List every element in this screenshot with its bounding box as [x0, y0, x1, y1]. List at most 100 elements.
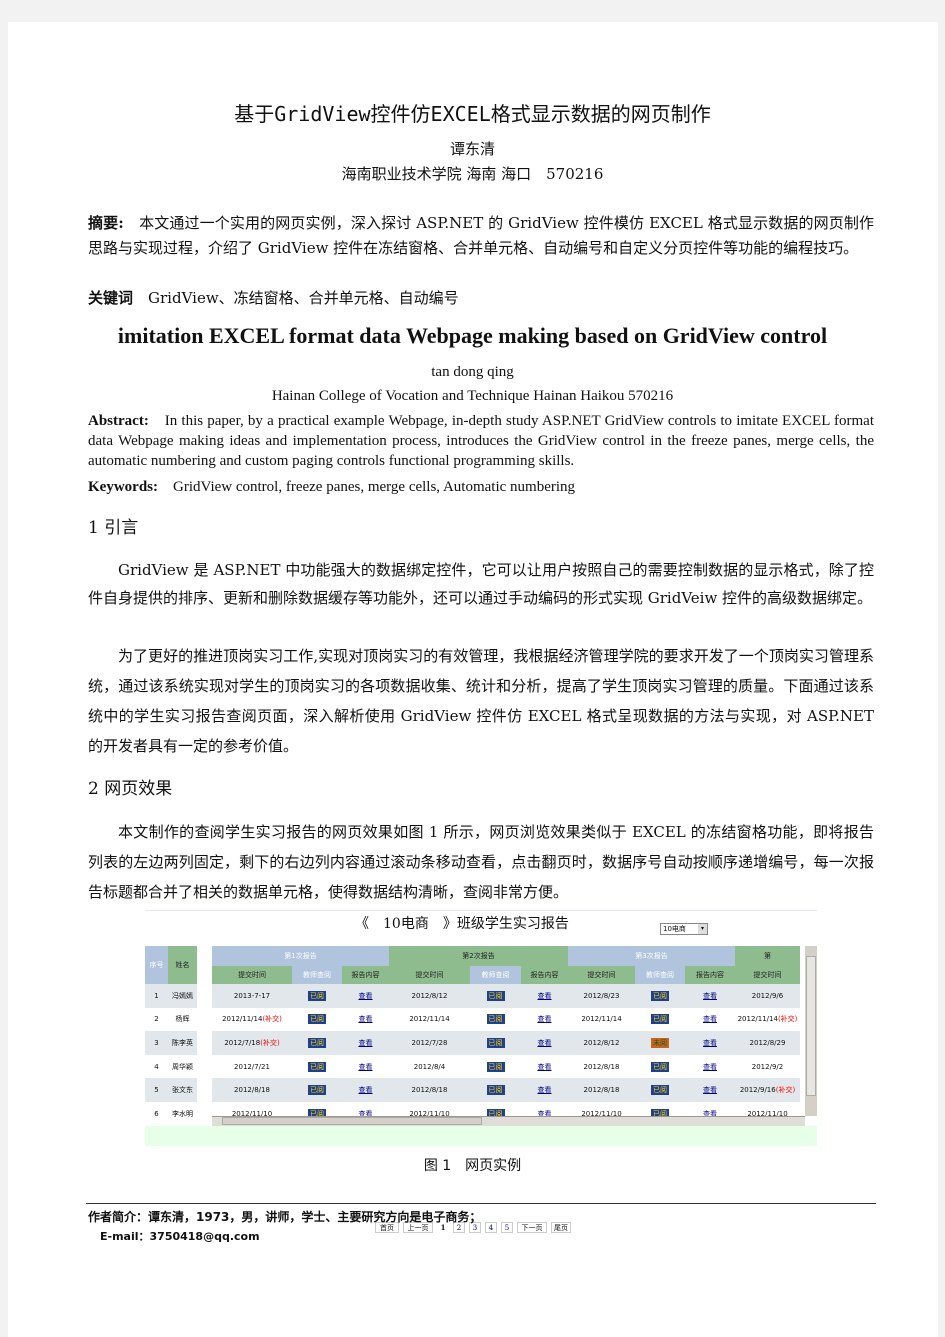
review-status-cell: 已阅 — [470, 1055, 521, 1079]
report-content-cell: 查看 — [521, 1031, 568, 1055]
view-report-link[interactable]: 查看 — [359, 1086, 373, 1094]
view-report-link[interactable]: 查看 — [538, 1063, 552, 1071]
scrollbar-thumb[interactable] — [222, 1117, 482, 1125]
view-report-link[interactable]: 查看 — [359, 992, 373, 1000]
view-report-link[interactable]: 查看 — [359, 1039, 373, 1047]
column-title: 报告内容 — [530, 971, 559, 979]
review-status-cell: 已阅 — [292, 984, 342, 1008]
pager-next[interactable]: 下一页 — [517, 1222, 547, 1233]
review-status-cell: 未阅 — [635, 1031, 685, 1055]
review-status-badge: 已阅 — [651, 990, 669, 1001]
class-select-value: 10电商 — [663, 925, 686, 933]
footnote-divider — [86, 1203, 876, 1204]
pager-last[interactable]: 尾页 — [551, 1222, 571, 1233]
review-status-badge: 已阅 — [308, 1085, 326, 1096]
column-header: 提交时间 — [389, 966, 470, 984]
class-select[interactable]: 10电商 ▾ — [660, 923, 708, 935]
submit-time: 2012/11/14 — [409, 1015, 450, 1024]
student-name: 张文东 — [172, 1086, 193, 1095]
report-content-cell: 查看 — [342, 1031, 389, 1055]
english-keywords-label: Keywords: — [88, 479, 158, 495]
review-status-badge: 已阅 — [486, 1061, 505, 1072]
row-seq: 5 — [145, 1078, 168, 1102]
review-status-cell: 已阅 — [292, 1008, 342, 1032]
view-report-link[interactable]: 查看 — [703, 992, 717, 1000]
frozen-gap — [197, 1008, 212, 1032]
submit-time: 2012/7/18 — [224, 1038, 261, 1047]
english-title: imitation EXCEL format data Webpage maki… — [117, 323, 828, 348]
report-heading: 《 10电商 》班级学生实习报告 — [355, 916, 569, 932]
header-seq: 序号 — [145, 946, 168, 984]
submit-time-cell: 2012/9/16 (补交) — [735, 1078, 800, 1102]
author-email: E-mail：3750418@qq.com — [100, 1230, 260, 1243]
review-status-badge: 已阅 — [308, 1014, 326, 1025]
scrollbar-thumb[interactable] — [806, 956, 816, 1096]
abstract-label: 摘要: — [88, 214, 124, 232]
column-title: 提交时间 — [753, 971, 782, 979]
submit-time: 2012/9/2 — [751, 1062, 784, 1071]
column-title: 教师查阅 — [303, 971, 331, 979]
abstract-text: 本文通过一个实用的网页实例，深入探讨 ASP.NET 的 GridView 控件… — [88, 214, 874, 257]
report-group-header: 第3次报告 — [568, 946, 735, 966]
review-status-badge: 已阅 — [486, 1014, 505, 1025]
column-title: 教师查阅 — [646, 971, 674, 979]
row-number: 6 — [154, 1109, 159, 1118]
review-status-badge: 已阅 — [308, 1061, 326, 1072]
column-header: 教师查阅 — [635, 966, 685, 984]
author-bio: 作者简介：谭东清，1973，男，讲师，学士、主要研究方向是电子商务； — [88, 1210, 482, 1224]
submit-time: 2012/7/28 — [411, 1038, 448, 1047]
report-content-cell: 查看 — [685, 1008, 735, 1032]
pager-label: 4 — [488, 1223, 494, 1232]
row-number: 1 — [154, 991, 159, 1000]
english-abstract-text: In this paper, by a practical example We… — [88, 413, 874, 469]
view-report-link[interactable]: 查看 — [703, 1039, 717, 1047]
vertical-scrollbar[interactable] — [805, 946, 817, 1116]
view-report-link[interactable]: 查看 — [703, 1063, 717, 1071]
header-text: 序号 — [149, 961, 164, 969]
view-report-link[interactable]: 查看 — [538, 1015, 552, 1023]
student-name: 李水明 — [172, 1109, 193, 1118]
paper-title: 基于GridView控件仿EXCEL格式显示数据的网页制作 — [234, 102, 711, 126]
column-title: 提交时间 — [238, 971, 266, 979]
frozen-gap — [197, 1031, 212, 1055]
view-report-link[interactable]: 查看 — [359, 1063, 373, 1071]
report-content-cell: 查看 — [521, 984, 568, 1008]
report-content-cell: 查看 — [342, 1008, 389, 1032]
row-name: 李水明 — [168, 1102, 197, 1126]
report-content-cell: 查看 — [521, 1055, 568, 1079]
view-report-link[interactable]: 查看 — [538, 992, 552, 1000]
review-status-cell: 已阅 — [292, 1078, 342, 1102]
submit-time: 2012/8/4 — [413, 1062, 446, 1071]
group-title: 第1次报告 — [284, 952, 317, 960]
english-abstract-label: Abstract: — [88, 413, 149, 429]
submit-time-cell: 2012/8/23 — [568, 984, 635, 1008]
view-report-link[interactable]: 查看 — [538, 1039, 552, 1047]
view-report-link[interactable]: 查看 — [538, 1086, 552, 1094]
group-title: 第2次报告 — [462, 952, 495, 960]
view-report-link[interactable]: 查看 — [359, 1015, 373, 1023]
view-report-link[interactable]: 查看 — [703, 1086, 717, 1094]
submit-time: 2012/8/12 — [411, 991, 448, 1000]
pager-label: 下一页 — [521, 1223, 543, 1232]
pager-page-5[interactable]: 5 — [501, 1222, 513, 1233]
row-seq: 2 — [145, 1008, 168, 1032]
review-status-badge: 已阅 — [308, 1037, 326, 1048]
review-status-cell: 已阅 — [470, 984, 521, 1008]
submit-time-cell: 2012/8/18 — [212, 1078, 292, 1102]
submit-time-cell: 2012/7/21 — [212, 1055, 292, 1079]
view-report-link[interactable]: 查看 — [703, 1015, 717, 1023]
review-status-cell: 已阅 — [635, 984, 685, 1008]
submit-time: 2012/9/16 — [739, 1086, 776, 1095]
pager-page-4[interactable]: 4 — [485, 1222, 497, 1233]
review-status-badge: 已阅 — [651, 1085, 669, 1096]
column-header: 报告内容 — [685, 966, 735, 984]
submit-time: 2012/8/18 — [583, 1062, 620, 1071]
submit-time: 2012/8/29 — [749, 1038, 786, 1047]
report-content-cell: 查看 — [685, 984, 735, 1008]
report-content-cell: 查看 — [342, 984, 389, 1008]
submit-time-cell: 2012/8/18 — [568, 1055, 635, 1079]
horizontal-scrollbar[interactable] — [212, 1116, 805, 1126]
english-keywords: Keywords: GridView control, freeze panes… — [88, 475, 874, 500]
late-tag: (补交) — [775, 1086, 796, 1095]
frozen-gap — [197, 1102, 212, 1126]
